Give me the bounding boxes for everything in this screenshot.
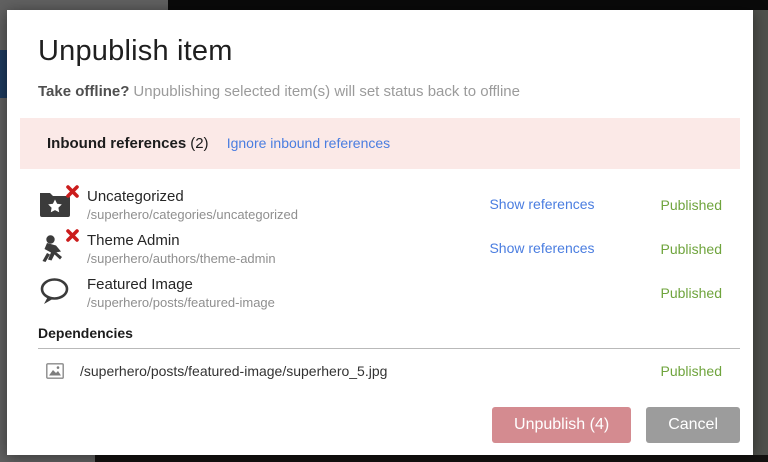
cancel-button[interactable]: Cancel: [646, 407, 740, 443]
reference-row: Uncategorized /superhero/categories/unca…: [38, 185, 723, 223]
unpublish-dialog: Unpublish item Take offline? Unpublishing…: [7, 10, 753, 455]
reference-path: /superhero/authors/theme-admin: [87, 250, 276, 266]
inbound-references-banner: Inbound references (2) Ignore inbound ref…: [20, 118, 740, 169]
reference-path: /superhero/categories/uncategorized: [87, 206, 299, 222]
subtitle-question: Take offline?: [38, 83, 130, 100]
references-list: Uncategorized /superhero/categories/unca…: [38, 185, 723, 311]
backdrop-strip: [752, 10, 768, 462]
image-icon: [46, 363, 64, 379]
delete-mark-icon: [66, 185, 79, 198]
subtitle-text: Unpublishing selected item(s) will set s…: [133, 83, 520, 100]
reference-name: Theme Admin: [87, 231, 180, 249]
dialog-title: Unpublish item: [38, 35, 233, 67]
comment-icon: [38, 277, 72, 309]
dialog-subtitle: Take offline? Unpublishing selected item(…: [38, 82, 722, 102]
reference-path: /superhero/posts/featured-image: [87, 294, 275, 310]
backdrop-strip: [168, 0, 768, 10]
delete-mark-icon: [66, 229, 79, 242]
reference-name: Featured Image: [87, 275, 193, 293]
banner-count: (2): [190, 135, 209, 152]
dependency-row: /superhero/posts/featured-image/superher…: [38, 361, 722, 381]
folder-star-icon: [38, 185, 79, 221]
ignore-inbound-references-link[interactable]: Ignore inbound references: [227, 135, 390, 151]
banner-label: Inbound references: [47, 135, 187, 152]
backdrop-strip: [95, 455, 768, 462]
dependencies-section-header: Dependencies: [38, 325, 740, 349]
reference-name: Uncategorized: [87, 187, 184, 205]
status-badge: Published: [660, 241, 723, 257]
backdrop-strip: [0, 50, 7, 98]
show-references-link[interactable]: Show references: [489, 196, 594, 212]
reference-row: Featured Image /superhero/posts/featured…: [38, 275, 722, 311]
dependency-path: /superhero/posts/featured-image/superher…: [80, 363, 388, 379]
status-badge: Published: [660, 285, 723, 301]
unpublish-button[interactable]: Unpublish (4): [492, 407, 632, 443]
superhero-icon: [38, 229, 79, 265]
show-references-link[interactable]: Show references: [489, 240, 594, 256]
dependencies-heading: Dependencies: [38, 325, 133, 341]
reference-row: Theme Admin /superhero/authors/theme-adm…: [38, 229, 723, 267]
status-badge: Published: [660, 363, 723, 379]
status-badge: Published: [660, 197, 723, 213]
dialog-actions: Unpublish (4) Cancel: [38, 407, 740, 443]
